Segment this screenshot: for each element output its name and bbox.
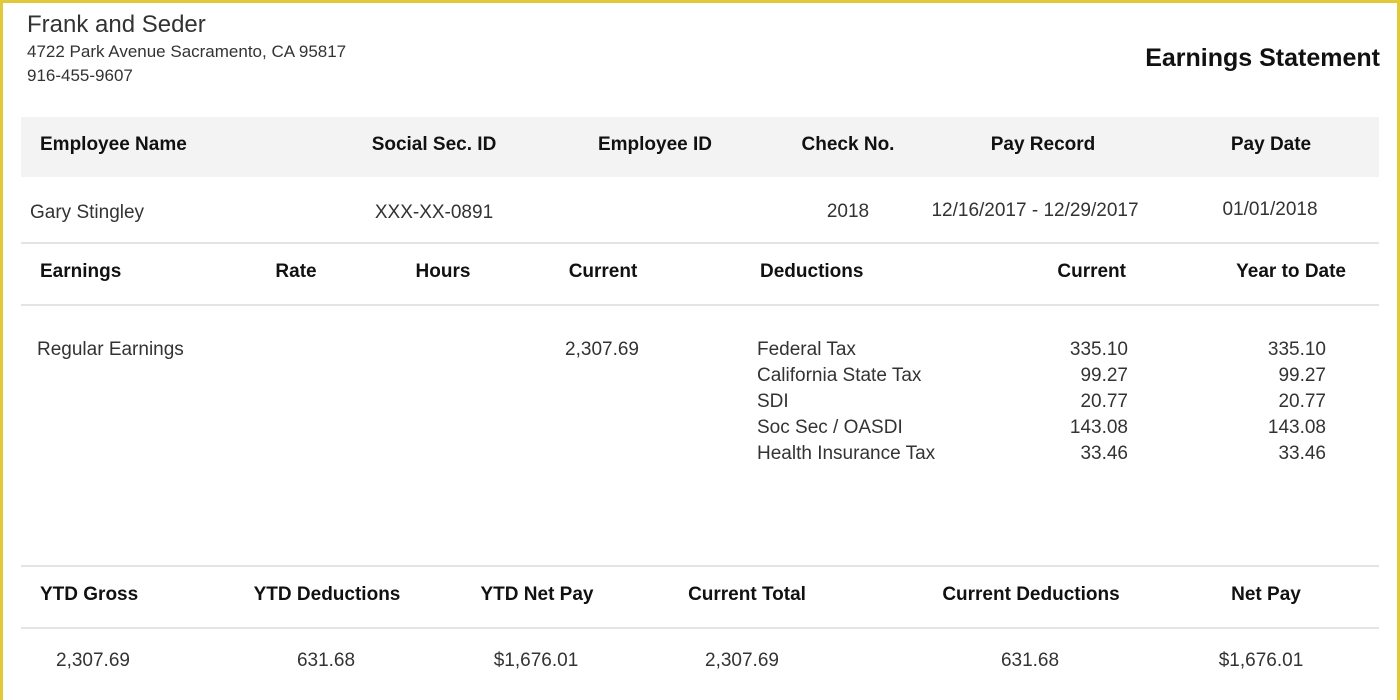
deduction-row: Soc Sec / OASDI 143.08 143.08: [757, 415, 1357, 441]
deductions-header: Deductions: [760, 261, 864, 282]
deduction-row: Health Insurance Tax 33.46 33.46: [757, 441, 1357, 467]
deduction-ytd: 20.77: [1278, 391, 1326, 412]
deduction-current: 335.10: [1069, 339, 1128, 360]
deduction-row: SDI 20.77 20.77: [757, 389, 1357, 415]
employee-id-header: Employee ID: [597, 134, 713, 155]
pay-date-value: 01/01/2018: [1222, 199, 1318, 220]
deduction-label: Health Insurance Tax: [757, 443, 936, 464]
employee-name-header: Employee Name: [40, 134, 187, 155]
deduction-label: California State Tax: [757, 365, 922, 386]
pay-record-value: 12/16/2017 - 12/29/2017: [931, 200, 1139, 221]
deduction-ytd: 99.27: [1278, 365, 1326, 386]
net-pay-header: Net Pay: [1231, 584, 1301, 605]
ytd-deductions-header: YTD Deductions: [253, 584, 401, 605]
ytd-gross-value: 2,307.69: [56, 650, 130, 671]
employee-name-value: Gary Stingley: [30, 202, 145, 223]
deductions-current-header: Current: [1057, 261, 1126, 282]
deduction-row: Federal Tax 335.10 335.10: [757, 337, 1357, 363]
company-name: Frank and Seder: [27, 11, 206, 38]
rate-header: Rate: [275, 261, 317, 282]
deduction-current: 99.27: [1080, 365, 1128, 386]
ytd-gross-header: YTD Gross: [40, 584, 139, 605]
divider: [21, 565, 1379, 567]
ytd-net-pay-header: YTD Net Pay: [480, 584, 594, 605]
deduction-label: Soc Sec / OASDI: [757, 417, 903, 438]
deduction-row: California State Tax 99.27 99.27: [757, 363, 1357, 389]
deduction-label: SDI: [757, 391, 789, 412]
earnings-current-value: 2,307.69: [565, 339, 639, 360]
check-no-value: 2018: [826, 201, 870, 222]
divider: [21, 242, 1379, 244]
current-deductions-header: Current Deductions: [942, 584, 1120, 605]
ssn-value: XXX-XX-0891: [374, 202, 494, 223]
current-total-value: 2,307.69: [705, 650, 779, 671]
document-title: Earnings Statement: [1145, 44, 1380, 72]
deduction-current: 33.46: [1080, 443, 1128, 464]
deductions-list: Federal Tax 335.10 335.10 California Sta…: [757, 337, 1357, 467]
pay-date-header: Pay Date: [1230, 134, 1312, 155]
earnings-current-header: Current: [568, 261, 638, 282]
company-address: 4722 Park Avenue Sacramento, CA 95817: [27, 42, 347, 61]
regular-earnings-label: Regular Earnings: [37, 339, 184, 360]
company-phone: 916-455-9607: [27, 66, 133, 85]
divider: [21, 304, 1379, 306]
divider: [21, 627, 1379, 629]
check-no-header: Check No.: [801, 134, 895, 155]
current-deductions-value: 631.68: [1000, 650, 1060, 671]
year-to-date-header: Year to Date: [1236, 261, 1346, 282]
deduction-current: 143.08: [1069, 417, 1128, 438]
earnings-header: Earnings: [40, 261, 122, 282]
ssn-header: Social Sec. ID: [371, 134, 497, 155]
hours-header: Hours: [415, 261, 471, 282]
pay-record-header: Pay Record: [990, 134, 1096, 155]
deduction-current: 20.77: [1080, 391, 1128, 412]
ytd-net-pay-value: $1,676.01: [493, 650, 579, 671]
deduction-ytd: 33.46: [1278, 443, 1326, 464]
ytd-deductions-value: 631.68: [296, 650, 356, 671]
net-pay-value: $1,676.01: [1218, 650, 1304, 671]
deduction-ytd: 335.10: [1267, 339, 1326, 360]
current-total-header: Current Total: [688, 584, 806, 605]
deduction-label: Federal Tax: [757, 339, 856, 360]
deduction-ytd: 143.08: [1267, 417, 1326, 438]
